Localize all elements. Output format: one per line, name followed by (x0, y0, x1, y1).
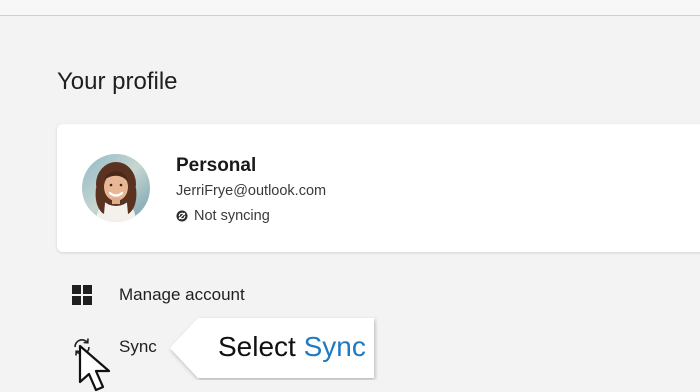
page-title: Your profile (57, 68, 178, 95)
sync-status-text: Not syncing (194, 208, 270, 224)
not-syncing-icon (176, 210, 188, 222)
menu-item-manage-account[interactable]: Manage account (70, 281, 245, 309)
callout-prefix: Select (218, 331, 296, 362)
callout-highlight: Sync (303, 331, 366, 362)
menu-item-label: Sync (119, 337, 157, 356)
callout-text: Select Sync (218, 331, 366, 363)
profile-name: Personal (176, 155, 257, 176)
menu-item-label: Manage account (119, 285, 245, 304)
windows-grid-icon (70, 283, 94, 307)
mouse-cursor-icon (76, 344, 122, 392)
sync-status: Not syncing (176, 208, 270, 224)
select-sync-callout: Select Sync (168, 316, 378, 380)
profile-email: JerriFrye@outlook.com (176, 183, 327, 199)
top-bar (0, 0, 700, 16)
avatar (82, 154, 150, 222)
profile-card: Personal JerriFrye@outlook.com Not synci… (57, 124, 700, 252)
